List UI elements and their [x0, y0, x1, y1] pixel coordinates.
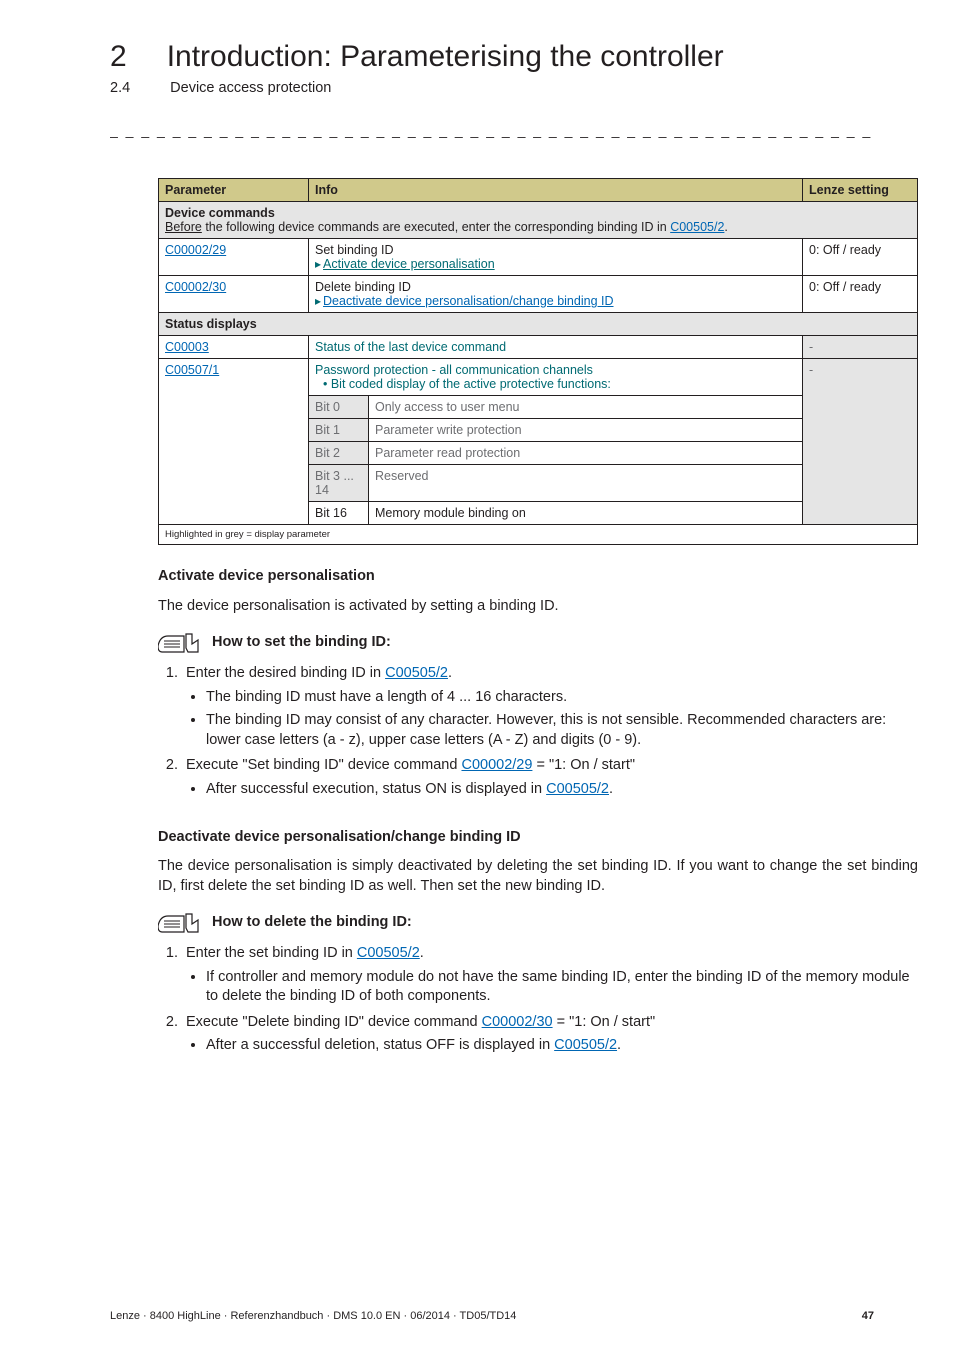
howto-set-binding: How to set the binding ID:	[212, 633, 391, 653]
link-c00505-2[interactable]: C00505/2	[385, 665, 448, 681]
bit0-label: Bit 0	[309, 396, 369, 419]
step-2: Execute "Delete binding ID" device comma…	[182, 1013, 918, 1056]
bullet-after-exec: After successful execution, status ON is…	[206, 780, 918, 800]
section-device-commands: Device commands Before the following dev…	[159, 202, 918, 239]
section-label: Device commands	[165, 206, 275, 220]
step1b-post: .	[420, 945, 424, 961]
step-1: Enter the desired binding ID in C00505/2…	[182, 664, 918, 750]
hand-note-icon	[158, 630, 202, 656]
bit2-label: Bit 2	[309, 442, 369, 465]
b2b-post: .	[617, 1037, 621, 1053]
link-deactivate-personalisation[interactable]: Deactivate device personalisation/change…	[323, 294, 613, 308]
col-info: Info	[309, 179, 803, 202]
link-c00003[interactable]: C00003	[165, 340, 209, 354]
bit3-14-value: Reserved	[369, 465, 803, 502]
intro-deactivate: The device personalisation is simply dea…	[158, 857, 918, 896]
col-setting: Lenze setting	[803, 179, 918, 202]
link-c00002-30[interactable]: C00002/30	[482, 1014, 553, 1030]
step-2: Execute "Set binding ID" device command …	[182, 756, 918, 799]
link-c00505-2[interactable]: C00505/2	[670, 220, 724, 234]
heading-deactivate: Deactivate device personalisation/change…	[158, 828, 918, 848]
link-c00002-29[interactable]: C00002/29	[461, 757, 532, 773]
chapter-title: Introduction: Parameterising the control…	[167, 40, 724, 74]
link-c00505-2[interactable]: C00505/2	[554, 1037, 617, 1053]
bullet-length: The binding ID must have a length of 4 .…	[206, 688, 918, 708]
col-parameter: Parameter	[159, 179, 309, 202]
bit2-value: Parameter read protection	[369, 442, 803, 465]
row4-setting: -	[803, 359, 918, 525]
step2-post: = "1: On / start"	[532, 757, 635, 773]
bullet-same-binding: If controller and memory module do not h…	[206, 968, 918, 1007]
section-status-displays: Status displays	[159, 313, 918, 336]
intro-activate: The device personalisation is activated …	[158, 597, 918, 617]
step1-post: .	[448, 665, 452, 681]
row3-setting: -	[803, 336, 918, 359]
row1-setting: 0: Off / ready	[803, 239, 918, 276]
step-1: Enter the set binding ID in C00505/2. If…	[182, 944, 918, 1007]
b3-post: .	[609, 781, 613, 797]
bullet-chars: The binding ID may consist of any charac…	[206, 711, 918, 750]
parameter-table: Parameter Info Lenze setting Device comm…	[158, 178, 918, 545]
row3-info: Status of the last device command	[309, 336, 803, 359]
link-c00505-2[interactable]: C00505/2	[546, 781, 609, 797]
b2b-pre: After a successful deletion, status OFF …	[206, 1037, 554, 1053]
note-before: Before	[165, 220, 202, 234]
link-c00507-1[interactable]: C00507/1	[165, 363, 219, 377]
row1-title: Set binding ID	[315, 243, 394, 257]
row4-line1: Password protection - all communication …	[315, 363, 593, 377]
link-c00002-29[interactable]: C00002/29	[165, 243, 226, 257]
arrow-icon: ▸	[315, 257, 321, 271]
separator-line: _ _ _ _ _ _ _ _ _ _ _ _ _ _ _ _ _ _ _ _ …	[110, 122, 874, 138]
page-number: 47	[862, 1310, 874, 1322]
row2-setting: 0: Off / ready	[803, 276, 918, 313]
bit16-label: Bit 16	[309, 502, 369, 525]
footer-left: Lenze · 8400 HighLine · Referenzhandbuch…	[110, 1310, 516, 1322]
section-title: Device access protection	[170, 80, 331, 96]
howto-delete-binding: How to delete the binding ID:	[212, 913, 412, 933]
step2b-text: Execute "Delete binding ID" device comma…	[186, 1014, 482, 1030]
row2-title: Delete binding ID	[315, 280, 411, 294]
section-number: 2.4	[110, 80, 130, 96]
bit1-label: Bit 1	[309, 419, 369, 442]
bit3-14-label: Bit 3 ... 14	[309, 465, 369, 502]
heading-activate: Activate device personalisation	[158, 567, 918, 587]
row4-line2: • Bit coded display of the active protec…	[315, 377, 611, 391]
note-text: the following device commands are execut…	[202, 220, 670, 234]
step1b-text: Enter the set binding ID in	[186, 945, 357, 961]
link-activate-personalisation[interactable]: Activate device personalisation	[323, 257, 495, 271]
step2-text: Execute "Set binding ID" device command	[186, 757, 461, 773]
bit1-value: Parameter write protection	[369, 419, 803, 442]
step1-text: Enter the desired binding ID in	[186, 665, 385, 681]
link-c00002-30[interactable]: C00002/30	[165, 280, 226, 294]
hand-note-icon	[158, 910, 202, 936]
arrow-icon: ▸	[315, 294, 321, 308]
bit16-value: Memory module binding on	[369, 502, 803, 525]
bullet-after-delete: After a successful deletion, status OFF …	[206, 1036, 918, 1056]
link-c00505-2[interactable]: C00505/2	[357, 945, 420, 961]
bit0-value: Only access to user menu	[369, 396, 803, 419]
b3-pre: After successful execution, status ON is…	[206, 781, 546, 797]
chapter-number: 2	[110, 40, 127, 74]
step2b-post: = "1: On / start"	[553, 1014, 656, 1030]
table-footnote: Highlighted in grey = display parameter	[159, 525, 918, 545]
